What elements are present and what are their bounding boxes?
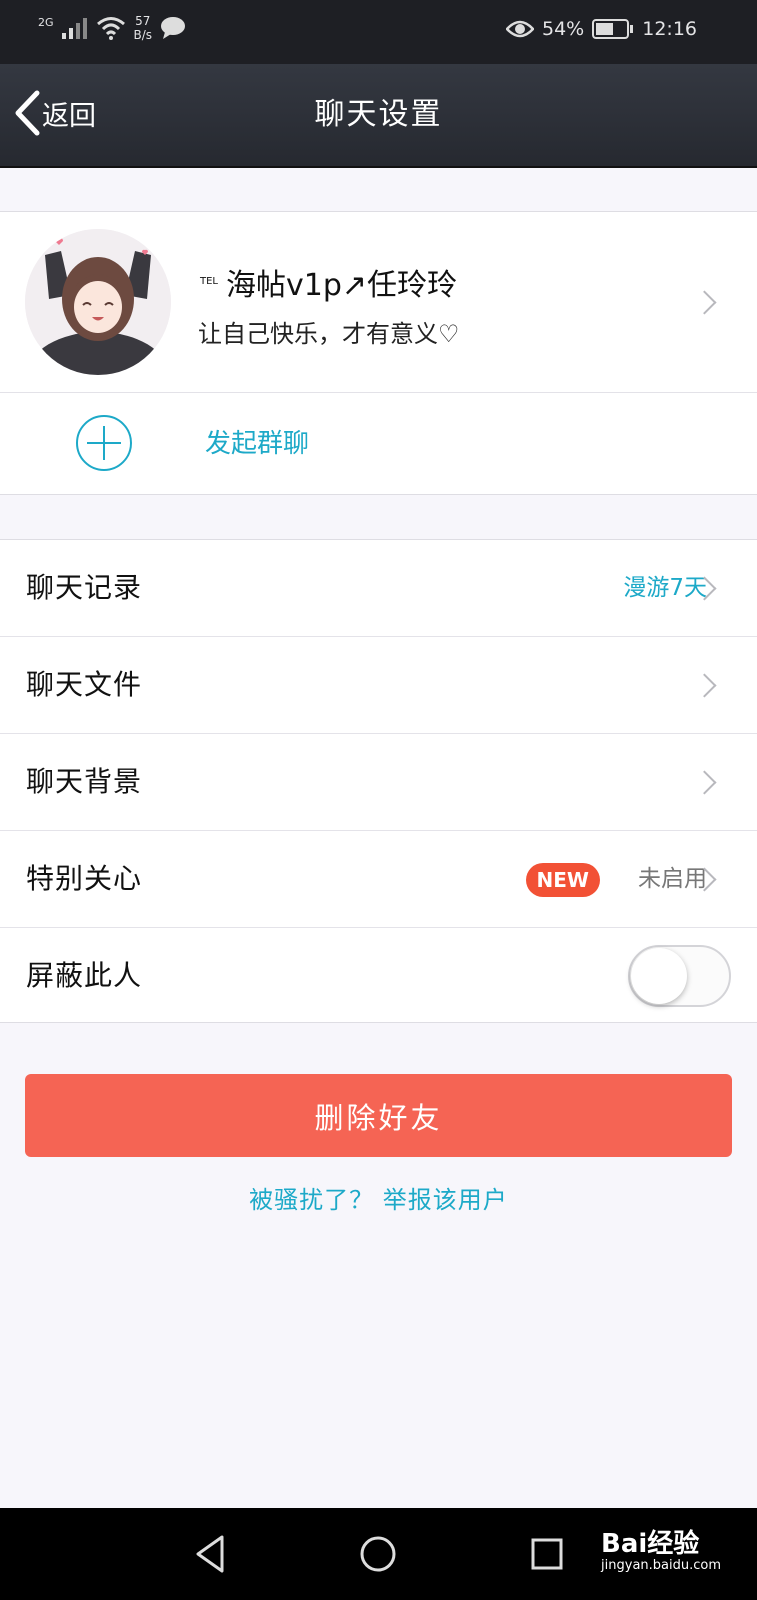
- message-icon: [161, 17, 186, 39]
- toggle-knob: [631, 948, 687, 1004]
- start-group-chat-label: 发起群聊: [205, 429, 310, 459]
- navigation-bar: 返回 聊天设置: [0, 64, 757, 168]
- special-care-row[interactable]: 特别关心 NEW 未启用: [0, 831, 757, 928]
- status-left-group: 2G 57 B/s: [38, 14, 186, 42]
- watermark-url: jingyan.baidu.com: [601, 1558, 721, 1573]
- row-label: 聊天背景: [26, 765, 143, 798]
- delete-friend-button[interactable]: 删除好友: [25, 1074, 732, 1157]
- block-contact-row: 屏蔽此人: [0, 928, 757, 1024]
- row-label: 屏蔽此人: [26, 959, 143, 992]
- avatar-image: [25, 229, 171, 375]
- back-triangle-icon[interactable]: [186, 1529, 236, 1579]
- chevron-right-icon: [692, 290, 717, 315]
- tel-tag: TEL: [200, 276, 218, 287]
- avatar[interactable]: [25, 229, 171, 375]
- status-right-group: 54% 12:16: [506, 18, 697, 40]
- contact-signature: 让自己快乐，才有意义♡: [198, 320, 460, 348]
- chevron-right-icon: [692, 673, 717, 698]
- page-title: 聊天设置: [314, 97, 443, 132]
- eye-icon: [506, 20, 534, 38]
- watermark-brand: Bai经验: [601, 1529, 700, 1559]
- speed-unit: B/s: [133, 28, 153, 42]
- speed-value: 57: [135, 14, 151, 28]
- battery-icon: [592, 19, 634, 39]
- settings-list: 聊天记录 漫游7天 聊天文件 聊天背景 特别关心 NEW 未启用 屏蔽此人: [0, 539, 757, 1023]
- row-label: 聊天文件: [26, 668, 143, 701]
- plus-circle-icon: [76, 415, 132, 471]
- chat-history-row[interactable]: 聊天记录 漫游7天: [0, 540, 757, 637]
- chat-background-row[interactable]: 聊天背景: [0, 734, 757, 831]
- wifi-icon: [96, 17, 125, 40]
- row-label: 特别关心: [26, 862, 143, 895]
- recents-square-icon[interactable]: [522, 1529, 572, 1579]
- contact-card: TEL 海帖v1p↗任玲玲 让自己快乐，才有意义♡ 发起群聊: [0, 211, 757, 495]
- signal-icon: [61, 18, 87, 39]
- home-circle-icon[interactable]: [353, 1529, 403, 1579]
- network-type: 2G: [38, 15, 54, 29]
- contact-name: TEL 海帖v1p↗任玲玲: [200, 260, 457, 304]
- row-label: 聊天记录: [26, 571, 143, 604]
- system-nav-bar: Bai经验 jingyan.baidu.com: [0, 1508, 757, 1600]
- profile-row[interactable]: TEL 海帖v1p↗任玲玲 让自己快乐，才有意义♡: [0, 212, 757, 393]
- baidu-watermark: Bai经验 jingyan.baidu.com: [601, 1530, 721, 1574]
- contact-name-text: 海帖v1p↗任玲玲: [226, 268, 458, 303]
- chat-files-row[interactable]: 聊天文件: [0, 637, 757, 734]
- status-bar: 2G 57 B/s 54% 12:16: [0, 0, 757, 64]
- battery-percent: 54%: [542, 18, 585, 40]
- chevron-right-icon: [692, 770, 717, 795]
- block-toggle[interactable]: [628, 945, 731, 1007]
- new-badge: NEW: [525, 863, 600, 897]
- start-group-chat-row[interactable]: 发起群聊: [0, 393, 757, 494]
- network-speed: 57 B/s: [134, 14, 153, 42]
- report-user-link[interactable]: 被骚扰了？ 举报该用户: [0, 1180, 757, 1215]
- clock: 12:16: [642, 18, 697, 40]
